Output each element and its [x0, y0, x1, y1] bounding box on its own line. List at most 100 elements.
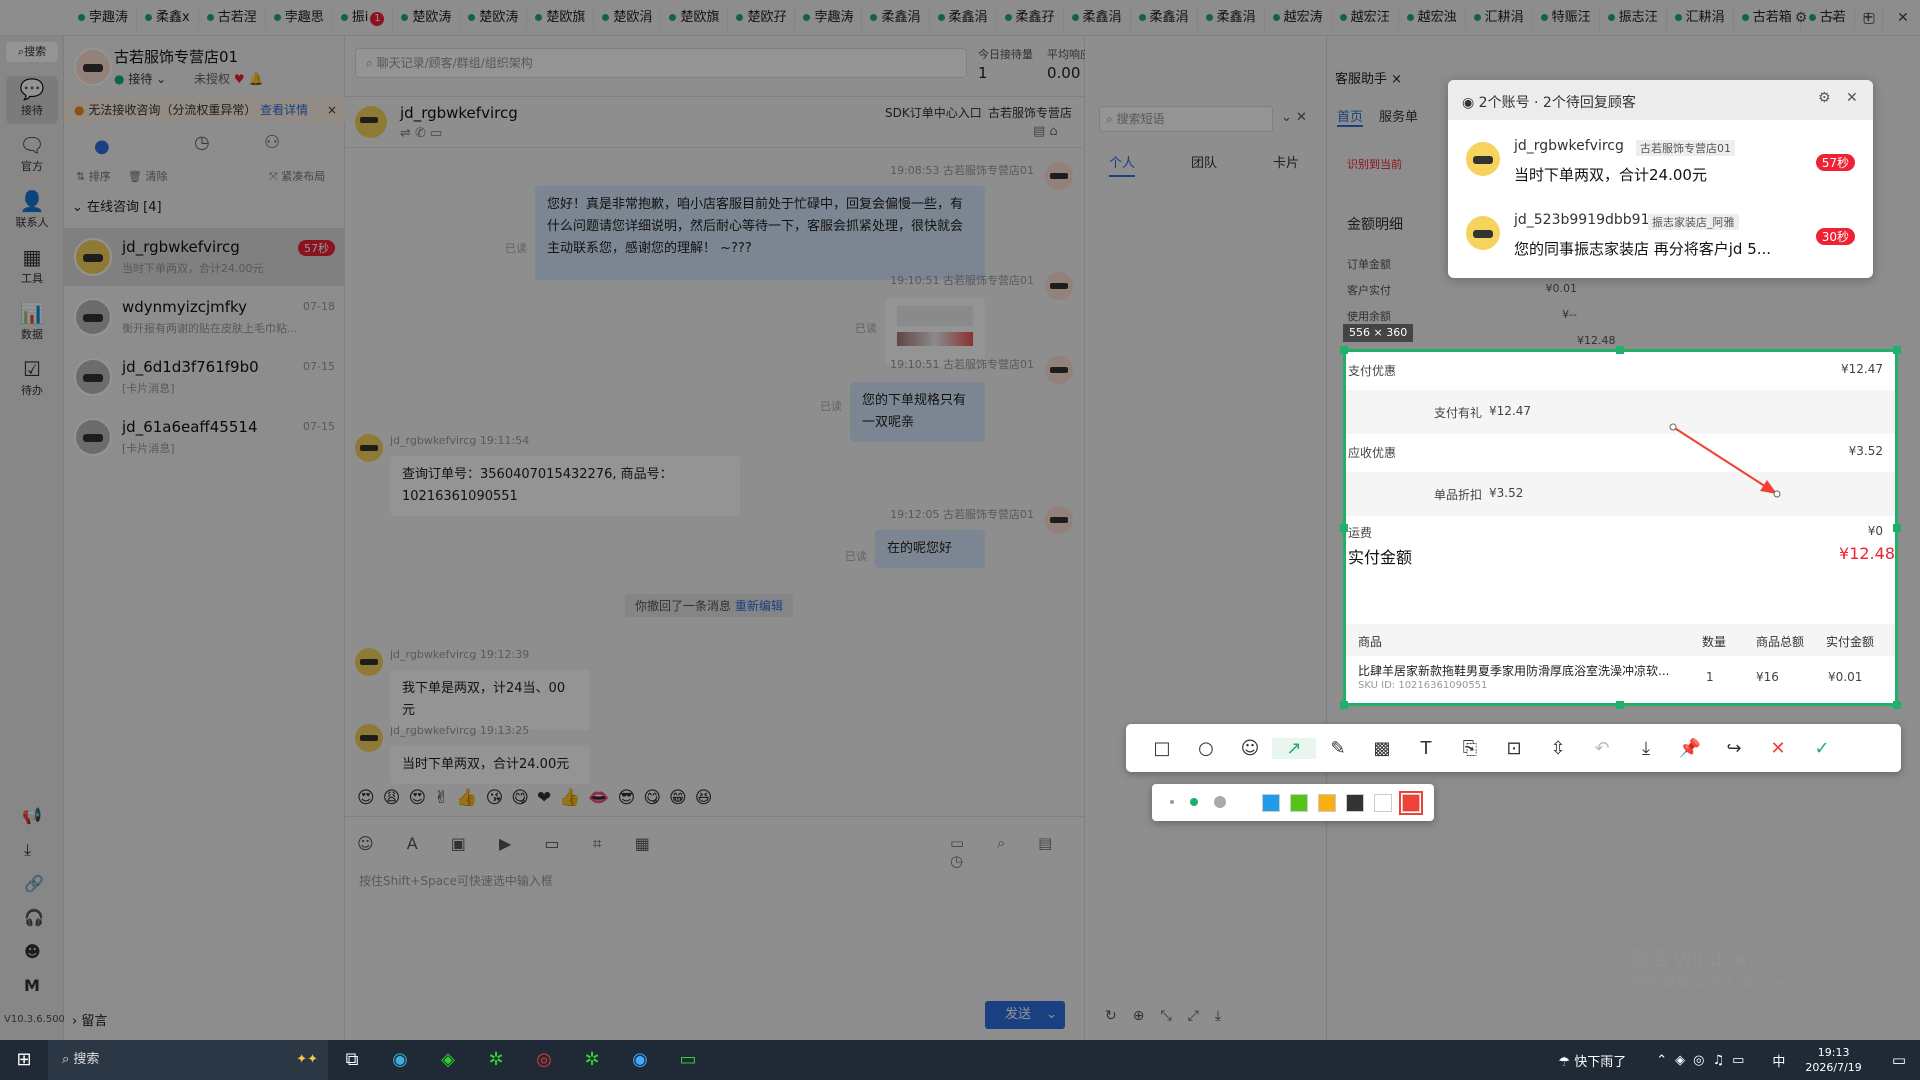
input-toolbar[interactable]: ☺ A ▣ ▶ ▭ ⌗ ▦ [357, 834, 664, 854]
size-medium[interactable] [1190, 798, 1198, 806]
sort-button[interactable]: ⇅ 排序 [76, 168, 111, 184]
rail-item-todo[interactable]: ☑ 待办 [6, 356, 58, 404]
ocr-icon[interactable]: ⊡ [1492, 738, 1536, 759]
color-swatch[interactable] [1399, 791, 1423, 815]
shop-status[interactable]: ● 接待 ⌄ [114, 70, 166, 87]
conversation-item[interactable]: jd_6d1d3f761f9b0 [卡片消息] 07-15 [64, 348, 345, 406]
tab-card[interactable]: 卡片 [1273, 152, 1299, 171]
message-input[interactable]: 按住Shift+Space可快速选中输入框 [359, 872, 553, 889]
tray-icons[interactable]: ⌃◈◎♫▭ [1656, 1053, 1752, 1068]
cancel-icon[interactable]: ✕ [1756, 738, 1800, 759]
arrow-annotation[interactable] [1346, 352, 1895, 703]
app-icon[interactable]: ◎ [520, 1040, 568, 1080]
notification-item[interactable]: jd_rgbwkefvircg 古若服饰专营店01 当时下单两双，合计24.00元 5… [1448, 128, 1873, 198]
color-swatch[interactable] [1262, 794, 1280, 812]
app-tab[interactable]: 孛趣涛 [795, 4, 863, 31]
pin-icon[interactable]: 📌 [1668, 738, 1712, 759]
emoji-bar[interactable]: 😍😩😍✌👍😘😋❤👍👄😎😋😁😆 [357, 788, 721, 808]
settings-icon[interactable]: ⚙ [1818, 90, 1831, 106]
task-view-icon[interactable]: ⧉ [328, 1040, 376, 1080]
tab-home[interactable]: 首页 [1337, 106, 1364, 127]
online-section[interactable]: ⌄ 在线咨询 [4] [72, 196, 162, 215]
maximize-icon[interactable]: ▢ [1852, 10, 1886, 26]
color-swatch[interactable] [1346, 794, 1364, 812]
conversation-item[interactable]: jd_rgbwkefvircg 当时下单两双，合计24.00元 57秒 [64, 228, 345, 286]
jd-app-icon[interactable]: ◉ [616, 1040, 664, 1080]
share-icon[interactable]: ↪ [1712, 738, 1756, 759]
emoji-icon[interactable]: ☺ [1228, 738, 1272, 759]
size-large[interactable] [1214, 796, 1226, 808]
sdk-order-entry[interactable]: SDK订单中心入口 [885, 104, 982, 121]
pen-icon[interactable]: ✎ [1316, 738, 1360, 759]
app-tab[interactable]: 楚欧涛 [460, 4, 528, 31]
message-bubble[interactable]: 您的下单规格只有一双呢亲 [850, 382, 985, 442]
expand-icon[interactable]: ⌄ ✕ [1281, 110, 1307, 125]
app-tab[interactable]: 振志汪 [1600, 4, 1667, 31]
arrow-icon[interactable]: ↗ [1272, 737, 1316, 759]
panel-icons[interactable]: ▤ ⌂ [1033, 124, 1058, 139]
mosaic-icon[interactable]: ▩ [1360, 738, 1404, 759]
app-tab[interactable]: 柔鑫涓 [1064, 4, 1131, 31]
global-search-input[interactable]: ⌕ 聊天记录/顾客/群组/组织架构 [355, 48, 967, 78]
long-capture-icon[interactable]: ⇳ [1536, 738, 1580, 759]
notification-icon[interactable]: ▭ [1892, 1051, 1906, 1069]
message-bubble[interactable]: 查询订单号：3560407015432276, 商品号：102163610905… [390, 456, 740, 516]
app-tab[interactable]: 柔鑫涓 [930, 4, 997, 31]
leave-message-section[interactable]: › 留言 [72, 1010, 107, 1029]
app-tab[interactable]: 特赈汪 [1533, 4, 1600, 31]
wechat-icon[interactable]: ◈ [424, 1040, 472, 1080]
chat-filter-icon[interactable]: ● [94, 136, 110, 157]
app-tab[interactable]: 越宏汪 [1332, 4, 1399, 31]
app-tab[interactable]: 柔鑫涓 [862, 4, 930, 31]
megaphone-icon[interactable]: 📢 [22, 806, 42, 825]
color-swatch[interactable] [1374, 794, 1392, 812]
notification-item[interactable]: jd_523b9919dbb91 振志家装店_阿雅 您的同事振志家装店 再分将客户j… [1448, 202, 1873, 272]
send-button[interactable]: 发送 ⌄ [985, 1001, 1065, 1029]
auth-status[interactable]: 未授权 ♥ 🔔 [194, 70, 263, 87]
app-icon[interactable]: ▭ [664, 1040, 712, 1080]
undo-icon[interactable]: ↶ [1580, 738, 1624, 759]
tab-service-order[interactable]: 服务单 [1379, 106, 1418, 125]
app-tab[interactable]: 孛趣涛 [70, 4, 138, 31]
message-bubble[interactable]: 在的呢您好 [875, 530, 985, 568]
conversation-item[interactable]: jd_61a6eaff45514 [卡片消息] 07-15 [64, 408, 345, 466]
app-tab[interactable]: 楚欧涛 [393, 4, 461, 31]
app-tab[interactable]: 汇耕涓 [1466, 4, 1533, 31]
close-icon[interactable]: ✕ [1846, 90, 1858, 106]
color-swatch[interactable] [1318, 794, 1336, 812]
save-icon[interactable]: ⤓ [1624, 738, 1668, 759]
download-icon[interactable]: ⤓ [24, 840, 31, 860]
app-tab[interactable]: 楚欧旗 [527, 4, 595, 31]
link-icon[interactable]: 🔗 [24, 874, 44, 893]
app-icon[interactable]: ✲ [472, 1040, 520, 1080]
clear-button[interactable]: 🗑 清除 [128, 168, 167, 184]
rail-item-contacts[interactable]: 👤 联系人 [6, 188, 58, 236]
edge-icon[interactable]: ◉ [376, 1040, 424, 1080]
app-tab[interactable]: 振i 1 [333, 4, 394, 31]
conversation-item[interactable]: wdynmyizcjmfky 衡开报有两谢的贴在皮肤上毛巾粘... 07-18 [64, 288, 345, 346]
input-toolbar-right[interactable]: ▭ ⌕ ▤ ◷ [950, 834, 1084, 870]
m-icon[interactable]: M [24, 976, 40, 995]
app-tab[interactable]: 柔鑫x [137, 4, 199, 31]
close-icon[interactable]: ✕ [1886, 10, 1920, 26]
app-tab[interactable]: 孛趣思 [266, 4, 333, 31]
app-icon[interactable]: ✲ [568, 1040, 616, 1080]
message-bubble[interactable]: 我下单是两双，计24当、00元 [390, 670, 590, 730]
ellipse-icon[interactable]: ○ [1184, 738, 1228, 759]
app-tab[interactable]: 越宏浊 [1399, 4, 1466, 31]
message-bubble[interactable]: 当时下单两双，合计24.00元 [390, 746, 590, 784]
text-icon[interactable]: T [1404, 738, 1448, 759]
rail-item-tools[interactable]: ▦ 工具 [6, 244, 58, 292]
windows-start-icon[interactable]: ⊞ [0, 1040, 48, 1080]
settings-icon[interactable]: ⚙ [1784, 10, 1818, 26]
ime-indicator[interactable]: 中 [1772, 1051, 1785, 1070]
weather[interactable]: ☂ 快下雨了 [1558, 1051, 1626, 1070]
history-icon[interactable]: ◷ [194, 132, 210, 153]
message-bubble[interactable]: 您好！真是非常抱歉，咱小店客服目前处于忙碌中，回复会偏慢一些，有什么问题请您详细… [535, 186, 985, 280]
view-details-link[interactable]: 查看详情 [260, 103, 308, 117]
phrase-tools[interactable]: ↻⊕⤡⤢⤓ [1105, 1008, 1237, 1024]
rectangle-icon[interactable]: □ [1140, 738, 1184, 759]
screenshot-selection[interactable]: 支付优惠 ¥12.47 支付有礼 ¥12.47 应收优惠 ¥3.52 单品折扣 ¥3.5… [1340, 346, 1901, 709]
translate-icon[interactable]: ⎘ [1448, 738, 1492, 759]
app-tab[interactable]: 柔鑫孖 [997, 4, 1064, 31]
